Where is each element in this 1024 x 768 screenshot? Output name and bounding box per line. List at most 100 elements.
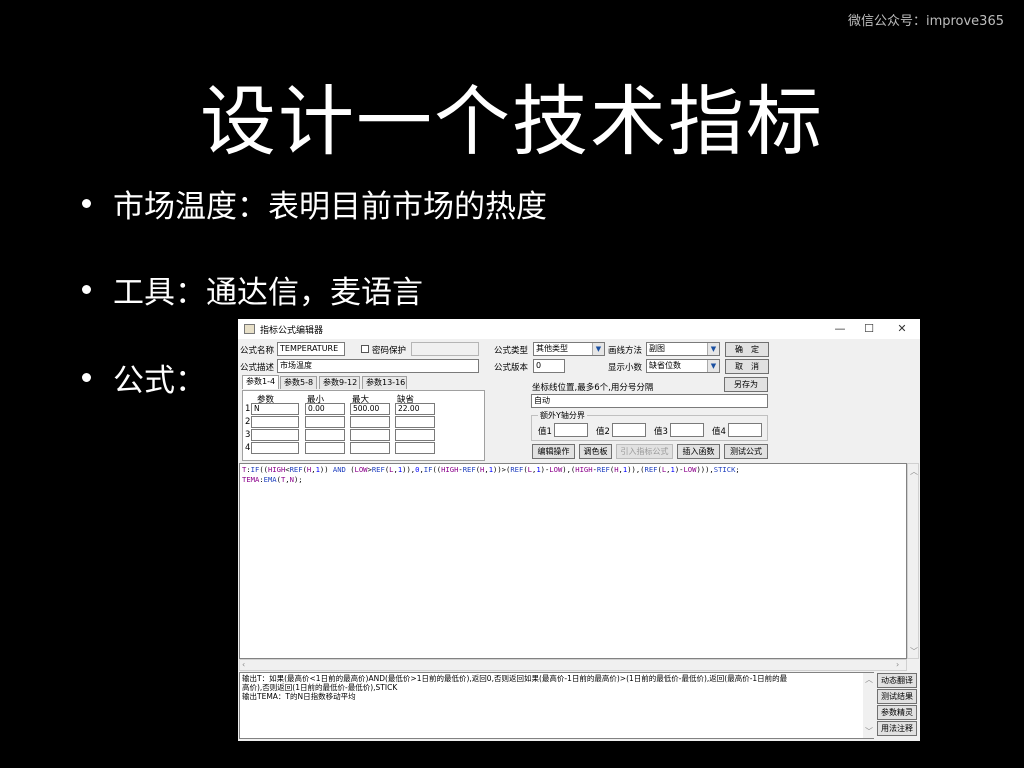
dynamic-translate-button[interactable]: 动态翻译 xyxy=(877,673,917,688)
output-line: 输出T：如果(最高价<1日前的最高价)AND(最低价>1日前的最低价),返回0,… xyxy=(242,674,788,683)
param-min-input[interactable]: 0.00 xyxy=(305,403,345,415)
tab-params-13-16[interactable]: 参数13-16 xyxy=(362,376,407,389)
formula-desc-input[interactable]: 市场温度 xyxy=(277,359,479,373)
chevron-down-icon[interactable]: ▼ xyxy=(707,360,719,372)
minimize-icon[interactable]: — xyxy=(828,321,852,337)
window-title: 指标公式编辑器 xyxy=(260,326,324,336)
formula-version-input[interactable]: 0 xyxy=(533,359,565,373)
param-min-input[interactable] xyxy=(305,416,345,428)
password-checkbox[interactable] xyxy=(361,345,369,353)
title-bar[interactable]: 指标公式编辑器 — ☐ ✕ xyxy=(238,319,920,339)
test-result-button[interactable]: 测试结果 xyxy=(877,689,917,704)
editor-horizontal-scrollbar[interactable]: ‹ › xyxy=(239,659,907,671)
maximize-icon[interactable]: ☐ xyxy=(857,321,881,337)
coord-label: 坐标线位置,最多6个,用分号分隔 xyxy=(532,383,654,393)
formula-desc-label: 公式描述 xyxy=(240,363,275,373)
param-min-input[interactable] xyxy=(305,429,345,441)
yaxis-input-4[interactable] xyxy=(728,423,762,437)
formula-name-input[interactable]: TEMPERATURE xyxy=(277,342,345,356)
scroll-left-icon[interactable]: ‹ xyxy=(242,660,245,669)
param-max-input[interactable] xyxy=(350,416,390,428)
param-row-index: 4 xyxy=(245,443,251,453)
formula-type-select[interactable]: 其他类型 ▼ xyxy=(533,342,605,356)
usage-notes-button[interactable]: 用法注释 xyxy=(877,721,917,736)
scroll-up-icon[interactable]: ︿ xyxy=(910,466,918,477)
yaxis-input-1[interactable] xyxy=(554,423,588,437)
yaxis-label-4: 值4 xyxy=(712,427,726,437)
decimal-value: 缺省位数 xyxy=(649,361,681,370)
output-line: 输出TEMA：T的N日指数移动平均 xyxy=(242,692,356,701)
test-formula-button[interactable]: 测试公式 xyxy=(724,444,768,459)
password-input[interactable] xyxy=(411,342,479,356)
password-label: 密码保护 xyxy=(372,346,407,356)
chevron-down-icon[interactable]: ▼ xyxy=(707,343,719,355)
decimal-label: 显示小数 xyxy=(608,363,643,373)
yaxis-group: 额外Y轴分界 值1 值2 值3 值4 xyxy=(531,410,768,441)
palette-button[interactable]: 调色板 xyxy=(579,444,612,459)
param-max-input[interactable] xyxy=(350,442,390,454)
app-icon xyxy=(244,324,255,334)
draw-method-label: 画线方法 xyxy=(608,346,643,356)
param-max-input[interactable]: 500.00 xyxy=(350,403,390,415)
scroll-right-icon[interactable]: › xyxy=(896,660,899,669)
param-min-input[interactable] xyxy=(305,442,345,454)
scroll-down-icon[interactable]: ﹀ xyxy=(910,646,918,657)
cancel-button[interactable]: 取 消 xyxy=(725,359,769,374)
tab-params-1-4[interactable]: 参数1-4 xyxy=(242,375,279,389)
bullet-text: 工具：通达信，麦语言 xyxy=(113,275,423,311)
code-line: TEMA:EMA(T,N); xyxy=(242,475,303,484)
insert-function-button[interactable]: 插入函数 xyxy=(677,444,720,459)
formula-editor-window: 指标公式编辑器 — ☐ ✕ 公式名称 TEMPERATURE 密码保护 公式类型… xyxy=(238,319,920,741)
chevron-down-icon[interactable]: ▼ xyxy=(592,343,604,355)
param-default-input[interactable] xyxy=(395,416,435,428)
yaxis-label-1: 值1 xyxy=(538,427,552,437)
bullet-dot-icon xyxy=(82,373,91,382)
yaxis-input-2[interactable] xyxy=(612,423,646,437)
edit-operation-button[interactable]: 编辑操作 xyxy=(532,444,575,459)
import-formula-button[interactable]: 引入指标公式 xyxy=(616,444,673,459)
bullet-dot-icon xyxy=(82,199,91,208)
formula-type-label: 公式类型 xyxy=(494,346,529,356)
save-as-button[interactable]: 另存为 xyxy=(724,377,768,392)
yaxis-input-3[interactable] xyxy=(670,423,704,437)
bullet-dot-icon xyxy=(82,285,91,294)
scroll-up-icon[interactable]: ︿ xyxy=(865,674,873,685)
param-default-input[interactable] xyxy=(395,429,435,441)
formula-type-value: 其他类型 xyxy=(536,344,568,353)
decimal-select[interactable]: 缺省位数 ▼ xyxy=(646,359,720,373)
output-line: 高价),否则返回(1日前的最低价-最低价),STICK xyxy=(242,683,398,692)
param-row-index: 3 xyxy=(245,430,251,440)
formula-code-editor[interactable]: T:IF((HIGH<REF(H,1)) AND (LOW>REF(L,1)),… xyxy=(239,463,907,659)
editor-vertical-scrollbar[interactable]: ︿ ﹀ xyxy=(907,463,919,659)
param-name-input[interactable] xyxy=(251,429,299,441)
param-panel: 参数 最小 最大 缺省 1 N 0.00 500.00 22.00 2 3 4 xyxy=(242,390,485,461)
coord-input[interactable]: 自动 xyxy=(531,394,768,408)
bullet-item: 工具：通达信，麦语言 xyxy=(82,267,423,312)
param-name-input[interactable] xyxy=(251,416,299,428)
yaxis-group-title: 额外Y轴分界 xyxy=(538,410,587,421)
bullet-item: 市场温度：表明目前市场的热度 xyxy=(82,181,547,226)
code-line: T:IF((HIGH<REF(H,1)) AND (LOW>REF(L,1)),… xyxy=(242,465,740,474)
param-default-input[interactable]: 22.00 xyxy=(395,403,435,415)
slide-title: 设计一个技术指标 xyxy=(200,77,824,166)
close-icon[interactable]: ✕ xyxy=(890,321,914,337)
tab-params-5-8[interactable]: 参数5-8 xyxy=(280,376,317,389)
param-wizard-button[interactable]: 参数精灵 xyxy=(877,705,917,720)
param-row-index: 2 xyxy=(245,417,251,427)
bullet-item: 公式： xyxy=(82,355,206,400)
param-row-index: 1 xyxy=(245,404,251,414)
ok-button[interactable]: 确 定 xyxy=(725,342,769,357)
yaxis-label-2: 值2 xyxy=(596,427,610,437)
output-scrollbar[interactable]: ︿ ﹀ xyxy=(863,673,874,738)
formula-name-label: 公式名称 xyxy=(240,346,275,356)
scroll-down-icon[interactable]: ﹀ xyxy=(865,726,873,737)
param-name-input[interactable] xyxy=(251,442,299,454)
draw-method-value: 副图 xyxy=(649,344,665,353)
param-name-input[interactable]: N xyxy=(251,403,299,415)
tab-params-9-12[interactable]: 参数9-12 xyxy=(319,376,360,389)
param-max-input[interactable] xyxy=(350,429,390,441)
bullet-text: 公式： xyxy=(113,363,206,399)
draw-method-select[interactable]: 副图 ▼ xyxy=(646,342,720,356)
yaxis-label-3: 值3 xyxy=(654,427,668,437)
param-default-input[interactable] xyxy=(395,442,435,454)
